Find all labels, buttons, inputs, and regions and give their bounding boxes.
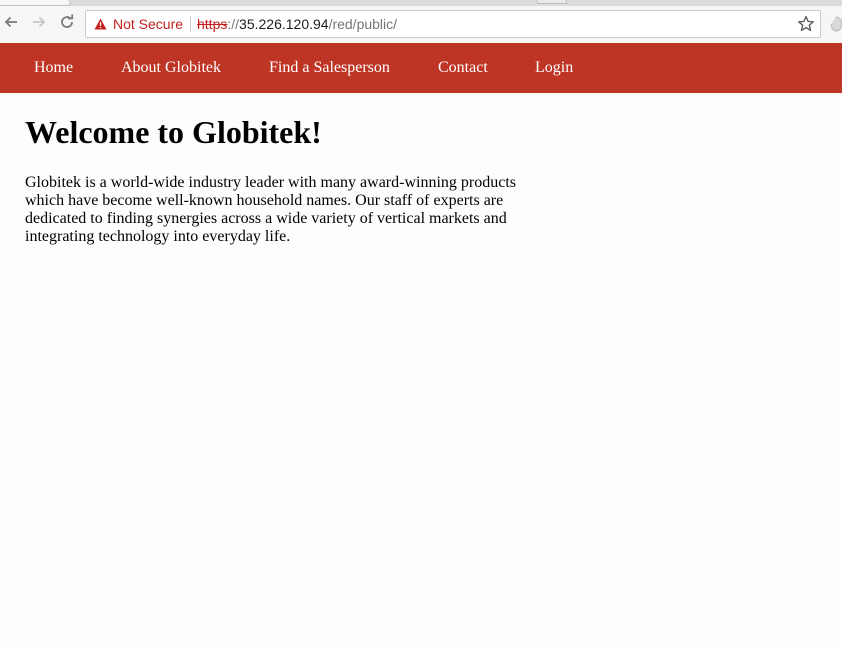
extension-icon[interactable]: [830, 16, 842, 32]
back-button[interactable]: [2, 13, 20, 31]
warning-triangle-icon: [94, 18, 107, 30]
url-separator: ://: [227, 16, 240, 32]
star-icon[interactable]: [797, 15, 815, 33]
url-host: 35.226.120.94: [239, 16, 329, 32]
nav-link-login[interactable]: Login: [535, 43, 573, 93]
main-content: Welcome to Globitek! Globitek is a world…: [25, 113, 525, 246]
address-bar-divider: [190, 16, 191, 32]
nav-link-find-salesperson[interactable]: Find a Salesperson: [269, 43, 390, 93]
site-nav: Home About Globitek Find a Salesperson C…: [0, 43, 842, 93]
url-path: /red/public/: [328, 16, 398, 32]
page-title: Welcome to Globitek!: [25, 114, 322, 150]
address-bar[interactable]: Not Secure https://35.226.120.94/red/pub…: [85, 10, 821, 38]
arrow-right-icon: [33, 16, 46, 28]
nav-link-contact[interactable]: Contact: [438, 43, 488, 93]
url-text[interactable]: https://35.226.120.94/red/public/: [197, 11, 397, 37]
browser-toolbar: Not Secure https://35.226.120.94/red/pub…: [0, 6, 842, 43]
security-label: Not Secure: [113, 16, 184, 32]
nav-link-about-globitek[interactable]: About Globitek: [121, 43, 221, 93]
nav-link-home[interactable]: Home: [34, 43, 73, 93]
new-tab-button[interactable]: [534, 0, 568, 4]
forward-button[interactable]: [30, 13, 48, 31]
reload-button[interactable]: [58, 13, 76, 31]
arrow-left-icon: [4, 16, 17, 28]
url-scheme: https: [197, 16, 228, 32]
reload-icon: [61, 14, 74, 28]
security-indicator[interactable]: Not Secure: [94, 11, 183, 37]
intro-paragraph: Globitek is a world-wide industry leader…: [25, 174, 516, 245]
